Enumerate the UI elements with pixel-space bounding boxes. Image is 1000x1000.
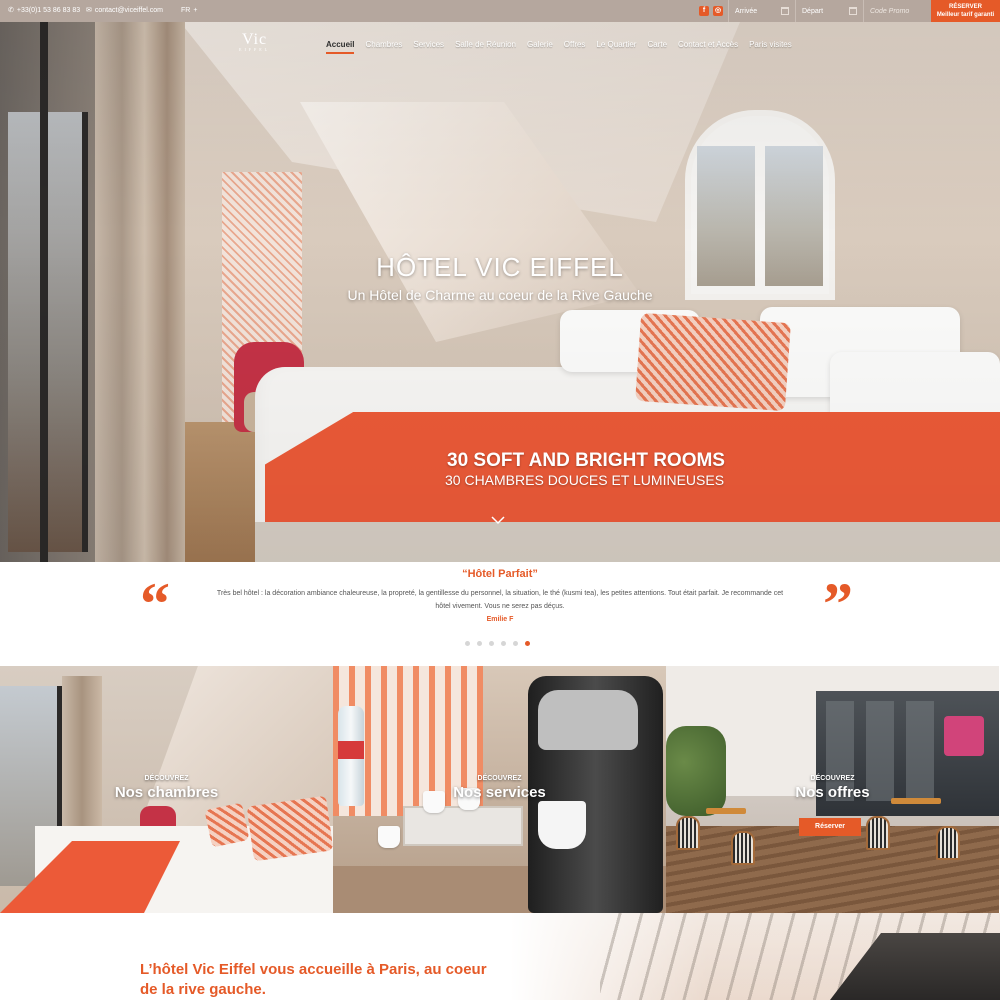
hero-tagline-en: 30 SOFT AND BRIGHT ROOMS bbox=[447, 450, 725, 471]
nav-item-accueil[interactable]: Accueil bbox=[326, 40, 355, 54]
tile-bistro-chair bbox=[936, 826, 960, 860]
tile-title: Nos offres bbox=[795, 784, 870, 801]
open-quote-icon: “ bbox=[140, 571, 170, 637]
tile-pink-panel bbox=[944, 716, 984, 756]
arrival-label: Arrivée bbox=[735, 7, 758, 15]
tile-tray bbox=[403, 806, 523, 846]
hero-banner: Vic EIFFEL Accueil Chambres Services Sal… bbox=[0, 22, 1000, 562]
phone-link[interactable]: ✆ +33(0)1 53 86 83 83 bbox=[8, 0, 80, 22]
tile-bistro-table bbox=[706, 808, 746, 814]
tile-pillow bbox=[204, 802, 250, 848]
carousel-dot[interactable] bbox=[513, 641, 518, 646]
nav-item-galerie[interactable]: Galerie bbox=[527, 40, 553, 54]
nav-item-offres[interactable]: Offres bbox=[564, 40, 586, 54]
language-code: FR bbox=[181, 7, 191, 14]
email-link[interactable]: ✉ contact@viceiffel.com bbox=[86, 0, 163, 22]
facebook-icon[interactable]: f bbox=[699, 6, 709, 16]
hero-tagline-fr: 30 CHAMBRES DOUCES ET LUMINEUSES bbox=[445, 472, 725, 488]
reserve-label: RÉSERVER bbox=[949, 4, 982, 10]
top-bar: ✆ +33(0)1 53 86 83 83 ✉ contact@viceiffe… bbox=[0, 0, 1000, 22]
tile-plants bbox=[666, 726, 726, 816]
nav-item-salle-de-reunion[interactable]: Salle de Réunion bbox=[455, 40, 516, 54]
testimonial-text: Très bel hôtel : la décoration ambiance … bbox=[216, 590, 784, 610]
departure-label: Départ bbox=[802, 7, 824, 15]
carousel-dot[interactable] bbox=[501, 641, 506, 646]
nav-item-le-quartier[interactable]: Le Quartier bbox=[596, 40, 636, 54]
tile-pillow bbox=[246, 795, 333, 862]
carousel-dot[interactable] bbox=[465, 641, 470, 646]
carousel-dot-active[interactable] bbox=[525, 641, 530, 646]
carousel-dots bbox=[465, 641, 530, 646]
chevron-down-icon[interactable] bbox=[490, 512, 506, 528]
tile-bistro-chair bbox=[866, 816, 890, 850]
calendar-icon bbox=[781, 7, 789, 15]
email-address: contact@viceiffel.com bbox=[94, 7, 163, 14]
tile-kicker: DÉCOUVREZ bbox=[144, 775, 189, 782]
logo-subtext: EIFFEL bbox=[239, 47, 271, 52]
nav-item-carte[interactable]: Carte bbox=[647, 40, 667, 54]
tile-bistro-chair bbox=[731, 831, 755, 865]
language-caret: + bbox=[193, 7, 198, 14]
close-quote-icon: ” bbox=[823, 571, 853, 637]
tile-services[interactable]: DÉCOUVREZ Nos services bbox=[333, 666, 666, 913]
arrival-date-field[interactable]: Arrivée bbox=[728, 0, 795, 22]
testimonial-title: “Hôtel Parfait” bbox=[462, 568, 538, 580]
phone-icon: ✆ bbox=[8, 7, 14, 14]
testimonial-section: “ ” “Hôtel Parfait” Très bel hôtel : la … bbox=[0, 562, 1000, 666]
hero-subtitle: Un Hôtel de Charme au coeur de la Rive G… bbox=[347, 287, 653, 303]
tile-chambres[interactable]: DÉCOUVREZ Nos chambres bbox=[0, 666, 333, 913]
page: ✆ +33(0)1 53 86 83 83 ✉ contact@viceiffe… bbox=[0, 0, 1000, 1000]
nav-item-paris-visites[interactable]: Paris visites bbox=[749, 40, 792, 54]
tile-bistro-chair bbox=[676, 816, 700, 850]
tile-title: Nos chambres bbox=[114, 784, 219, 801]
nav-item-chambres[interactable]: Chambres bbox=[365, 40, 402, 54]
calendar-icon bbox=[849, 7, 857, 15]
reserve-sublabel: Meilleur tarif garanti bbox=[936, 12, 995, 18]
envelope-icon: ✉ bbox=[86, 7, 92, 14]
reserve-offer-button[interactable]: Réserver bbox=[799, 818, 861, 836]
reserve-button[interactable]: RÉSERVER Meilleur tarif garanti bbox=[931, 0, 1000, 22]
language-selector[interactable]: FR + bbox=[181, 0, 197, 22]
instagram-icon[interactable]: ◎ bbox=[713, 6, 723, 16]
main-nav: Accueil Chambres Services Salle de Réuni… bbox=[326, 40, 803, 54]
nav-item-services[interactable]: Services bbox=[413, 40, 444, 54]
testimonial-author: Emilie F bbox=[486, 616, 514, 623]
intro-section: L’hôtel Vic Eiffel vous accueille à Pari… bbox=[0, 913, 1000, 1000]
phone-number: +33(0)1 53 86 83 83 bbox=[16, 7, 81, 14]
nav-item-contact[interactable]: Contact et Accès bbox=[678, 40, 738, 54]
carousel-dot[interactable] bbox=[477, 641, 482, 646]
tile-kicker: DÉCOUVREZ bbox=[810, 775, 855, 782]
tile-bottle-label bbox=[338, 741, 364, 759]
tile-coffee-cup bbox=[538, 801, 586, 849]
tile-title: Nos services bbox=[453, 784, 546, 801]
departure-date-field[interactable]: Départ bbox=[795, 0, 863, 22]
hero-title: HÔTEL VIC EIFFEL bbox=[376, 252, 624, 282]
hotel-logo[interactable]: Vic EIFFEL bbox=[239, 31, 270, 52]
tile-machine-top bbox=[538, 690, 638, 750]
tile-cup bbox=[378, 826, 400, 848]
tile-offres[interactable]: DÉCOUVREZ Nos offres Réserver bbox=[666, 666, 999, 913]
tile-kicker: DÉCOUVREZ bbox=[477, 775, 522, 782]
carousel-dot[interactable] bbox=[489, 641, 494, 646]
intro-title: L’hôtel Vic Eiffel vous accueille à Pari… bbox=[140, 961, 487, 998]
promo-placeholder: Code Promo bbox=[870, 7, 910, 15]
promo-code-input[interactable]: Code Promo bbox=[863, 0, 931, 22]
